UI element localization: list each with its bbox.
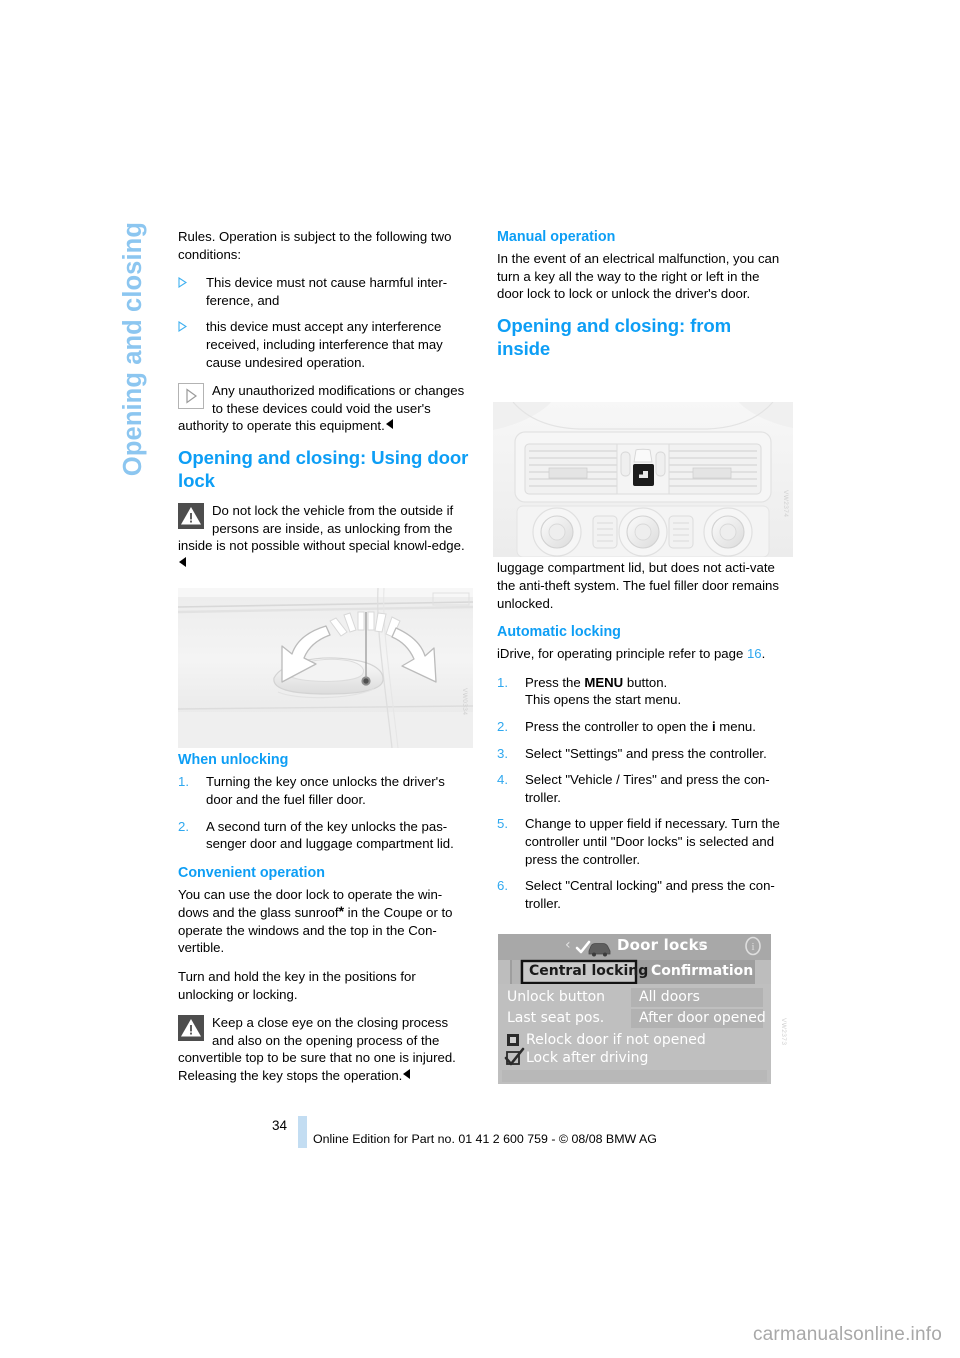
- idrive-title: Door locks: [617, 936, 708, 954]
- convenient-operation-paragraph-2: Turn and hold the key in the positions f…: [178, 969, 416, 1002]
- warning-text: Do not lock the vehicle from the outside…: [178, 502, 470, 572]
- manual-page: Opening and closing Rules. Operation is …: [0, 0, 960, 1358]
- idrive-row-value-last-seat-pos[interactable]: After door opened: [639, 1010, 766, 1026]
- note-text: Any unauthorized modifications or change…: [178, 382, 470, 435]
- step-text-a: Press the: [525, 674, 585, 690]
- page-footer: 34 Online Edition for Part no. 01 41 2 6…: [178, 1116, 818, 1158]
- idrive-ref-period: .: [761, 646, 766, 662]
- step-label: Select "Central locking" and press the c…: [525, 878, 775, 911]
- step-text-b: menu.: [715, 718, 756, 734]
- idrive-row-label-last-seat-pos: Last seat pos.: [507, 1010, 605, 1026]
- idrive-tab-confirmation[interactable]: Confirmation: [651, 963, 753, 979]
- step-label: A second turn of the key unlocks the pas…: [206, 818, 454, 852]
- step-label: Change to upper field if necessary. Turn…: [525, 816, 780, 867]
- end-marker-icon: [385, 419, 393, 430]
- note-block-modifications: Any unauthorized modifications or change…: [178, 382, 470, 435]
- step-label: Select "Settings" and press the controll…: [525, 745, 767, 761]
- figure-credit: VW2373: [780, 1018, 787, 1046]
- idrive-ref-text: iDrive, for operating principle refer to…: [497, 646, 747, 662]
- triangle-right-icon: [178, 277, 187, 289]
- step-number: 5.: [497, 816, 508, 832]
- step-number: 2.: [497, 718, 508, 734]
- idrive-reference-line: iDrive, for operating principle refer to…: [497, 645, 789, 663]
- list-item: This device must not cause harmful inter…: [178, 274, 470, 309]
- manual-operation-paragraph: In the event of an electrical malfunctio…: [497, 251, 780, 302]
- step-number: 3.: [497, 745, 508, 761]
- end-marker-icon: [179, 556, 186, 567]
- note-label: Any unauthorized modifications or change…: [178, 383, 465, 434]
- footer-edition-text: Online Edition for Part no. 01 41 2 600 …: [313, 1132, 657, 1146]
- step-number: 4.: [497, 772, 508, 788]
- idrive-door-locks-screen: i ‹ Door locks › Central locking Confirm…: [493, 930, 793, 1088]
- list-item: 4. Select "Vehicle / Tires" and press th…: [497, 771, 789, 806]
- list-item: 3. Select "Settings" and press the contr…: [497, 745, 789, 763]
- subheading-when-unlocking: When unlocking: [178, 752, 289, 769]
- list-item: 1. Turning the key once unlocks the driv…: [178, 773, 470, 808]
- subheading-automatic-locking: Automatic locking: [497, 624, 621, 641]
- warning-block-closing-process: Keep a close eye on the closing process …: [178, 1014, 470, 1084]
- warning-text: Keep a close eye on the closing process …: [178, 1014, 470, 1084]
- list-item: 2. Press the controller to open the i me…: [497, 718, 789, 736]
- step-label: Turning the key once unlocks the driver'…: [206, 774, 445, 807]
- triangle-right-icon: [178, 321, 187, 333]
- figure-credit: VW2374: [782, 490, 789, 518]
- step-number: 2.: [178, 818, 189, 834]
- step-number: 6.: [497, 878, 508, 894]
- idrive-checkbox-label-relock-door[interactable]: Relock door if not opened: [526, 1032, 706, 1048]
- list-item: 6. Select "Central locking" and press th…: [497, 877, 789, 912]
- list-item-label: this device must accept any interference…: [206, 319, 443, 370]
- idrive-left-arrow[interactable]: ‹: [565, 937, 571, 953]
- warning-label: Keep a close eye on the closing process …: [178, 1015, 456, 1084]
- idrive-row-value-unlock-button[interactable]: All doors: [639, 989, 700, 1005]
- page-number: 34: [271, 1118, 287, 1133]
- right-column: Manual operation In the event of an elec…: [497, 228, 789, 923]
- subheading-convenient-operation: Convenient operation: [178, 864, 325, 881]
- door-lock-illustration: VW0334: [178, 588, 473, 748]
- automatic-locking-steps: 1. Press the MENU button. This opens the…: [497, 674, 789, 913]
- section-heading-from-inside: Opening and closing: from inside: [497, 314, 732, 359]
- idrive-tab-central-locking[interactable]: Central locking: [529, 963, 648, 979]
- section-heading-using-door-lock: Opening and closing: Using door lock: [178, 446, 469, 491]
- idrive-row-label-unlock-button: Unlock button: [507, 989, 606, 1005]
- conditions-list: This device must not cause harmful inter…: [178, 274, 470, 371]
- convenient-operation-paragraph-1: You can use the door lock to operate the…: [178, 886, 470, 957]
- step-text-a: Press the controller to open the: [525, 718, 712, 734]
- figure-credit: VW0334: [461, 688, 468, 716]
- step-bold-menu: MENU: [584, 674, 624, 690]
- list-item-label: This device must not cause harmful inter…: [206, 275, 448, 308]
- step-second-line: This opens the start menu.: [525, 692, 682, 708]
- chapter-tab: Opening and closing: [113, 0, 153, 476]
- list-item: 1. Press the MENU button. This opens the…: [497, 674, 789, 709]
- step-number: 1.: [497, 674, 508, 690]
- when-unlocking-steps: 1. Turning the key once unlocks the driv…: [178, 773, 470, 852]
- warning-label: Do not lock the vehicle from the outside…: [178, 502, 465, 554]
- warning-block-do-not-lock: Do not lock the vehicle from the outside…: [178, 502, 470, 572]
- page-reference-link[interactable]: 16: [747, 646, 762, 661]
- list-item: 5. Change to upper field if necessary. T…: [497, 815, 789, 868]
- list-item: 2. A second turn of the key unlocks the …: [178, 818, 470, 853]
- idrive-right-arrow[interactable]: ›: [698, 937, 704, 953]
- step-number: 1.: [178, 774, 189, 790]
- end-marker-icon: [403, 1069, 411, 1080]
- intro-paragraph: Rules. Operation is subject to the follo…: [178, 229, 452, 262]
- footer-accent-bar: [298, 1116, 307, 1148]
- triangle-right-outline-icon: [178, 383, 204, 410]
- step-text-b: button.: [623, 674, 668, 690]
- idrive-checkbox-label-lock-after-driving[interactable]: Lock after driving: [526, 1050, 648, 1066]
- list-item: this device must accept any interference…: [178, 318, 470, 371]
- site-watermark: carmanualsonline.info: [752, 1324, 942, 1345]
- warning-triangle-icon: [178, 1015, 204, 1042]
- chapter-tab-label: Opening and closing: [119, 222, 147, 477]
- center-console-illustration: VW2374: [493, 402, 793, 557]
- warning-triangle-icon: [178, 502, 204, 529]
- step-label: Select "Vehicle / Tires" and press the c…: [525, 772, 770, 805]
- subheading-manual-operation: Manual operation: [497, 229, 616, 245]
